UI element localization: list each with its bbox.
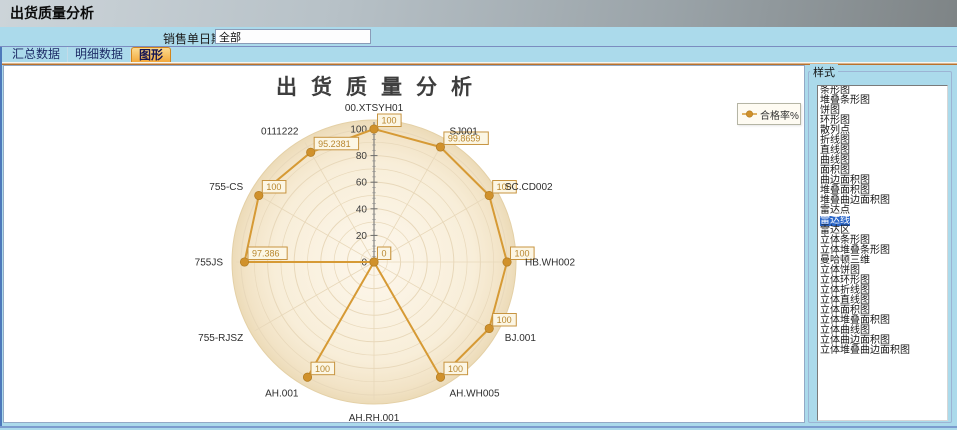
- svg-text:HB.WH002: HB.WH002: [525, 258, 575, 269]
- chart-panel: 02040608010010099.8659100100100100010009…: [3, 65, 805, 423]
- legend-series-label: 合格率%: [760, 107, 799, 122]
- svg-text:97.386: 97.386: [252, 249, 280, 259]
- svg-text:AH.WH005: AH.WH005: [450, 388, 500, 399]
- style-option[interactable]: 立体堆叠曲边面积图: [818, 346, 947, 356]
- svg-text:80: 80: [356, 151, 368, 162]
- radar-chart: 02040608010010099.8659100100100100010009…: [4, 66, 804, 422]
- svg-text:100: 100: [315, 364, 330, 374]
- svg-text:100: 100: [448, 364, 463, 374]
- tab-summary-data[interactable]: 汇总数据: [5, 47, 68, 62]
- svg-text:100: 100: [382, 116, 397, 126]
- window-left-border: [0, 47, 2, 428]
- filter-toolbar: 销售单日期: [0, 27, 957, 47]
- svg-text:755-CS: 755-CS: [209, 182, 243, 193]
- tab-graph[interactable]: 图形: [131, 47, 171, 62]
- svg-text:95.2381: 95.2381: [318, 139, 351, 149]
- app-window: 出货质量分析 销售单日期 汇总数据 明细数据 图形 0 20 40 60 80 100 10…: [0, 0, 957, 430]
- svg-text:SC.CD002: SC.CD002: [505, 182, 553, 193]
- svg-text:755JS: 755JS: [195, 258, 224, 269]
- svg-text:20: 20: [356, 231, 368, 242]
- svg-text:0: 0: [382, 249, 387, 259]
- svg-text:60: 60: [356, 178, 368, 189]
- svg-text:00.XTSYH01: 00.XTSYH01: [345, 103, 404, 114]
- legend-marker-icon: [741, 109, 758, 119]
- svg-text:100: 100: [266, 182, 281, 192]
- style-groupbox-label: 样式: [810, 64, 838, 80]
- svg-text:SJ001: SJ001: [450, 127, 479, 138]
- date-filter-label: 销售单日期: [163, 30, 223, 47]
- svg-text:755-RJSZ: 755-RJSZ: [198, 333, 243, 344]
- chart-title: 出货质量分析: [4, 71, 758, 101]
- window-titlebar: 出货质量分析: [0, 0, 957, 27]
- date-filter-input[interactable]: [215, 29, 371, 44]
- svg-text:BJ.001: BJ.001: [505, 333, 537, 344]
- window-title: 出货质量分析: [10, 5, 94, 21]
- chart-legend: 合格率%: [737, 103, 801, 125]
- window-bottom-border: [0, 426, 957, 428]
- svg-text:AH.001: AH.001: [265, 388, 299, 399]
- svg-text:40: 40: [356, 204, 368, 215]
- svg-text:AH.RH.001: AH.RH.001: [349, 413, 400, 422]
- svg-text:0111222: 0111222: [261, 127, 299, 138]
- tab-detail-data[interactable]: 明细数据: [68, 47, 131, 62]
- style-listbox[interactable]: 条形图堆叠条形图饼图环形图散列点折线图直线图曲线图面积图曲边面积图堆叠面积图堆叠…: [817, 85, 948, 421]
- tab-strip: 汇总数据 明细数据 图形: [2, 47, 957, 62]
- svg-text:100: 100: [497, 315, 512, 325]
